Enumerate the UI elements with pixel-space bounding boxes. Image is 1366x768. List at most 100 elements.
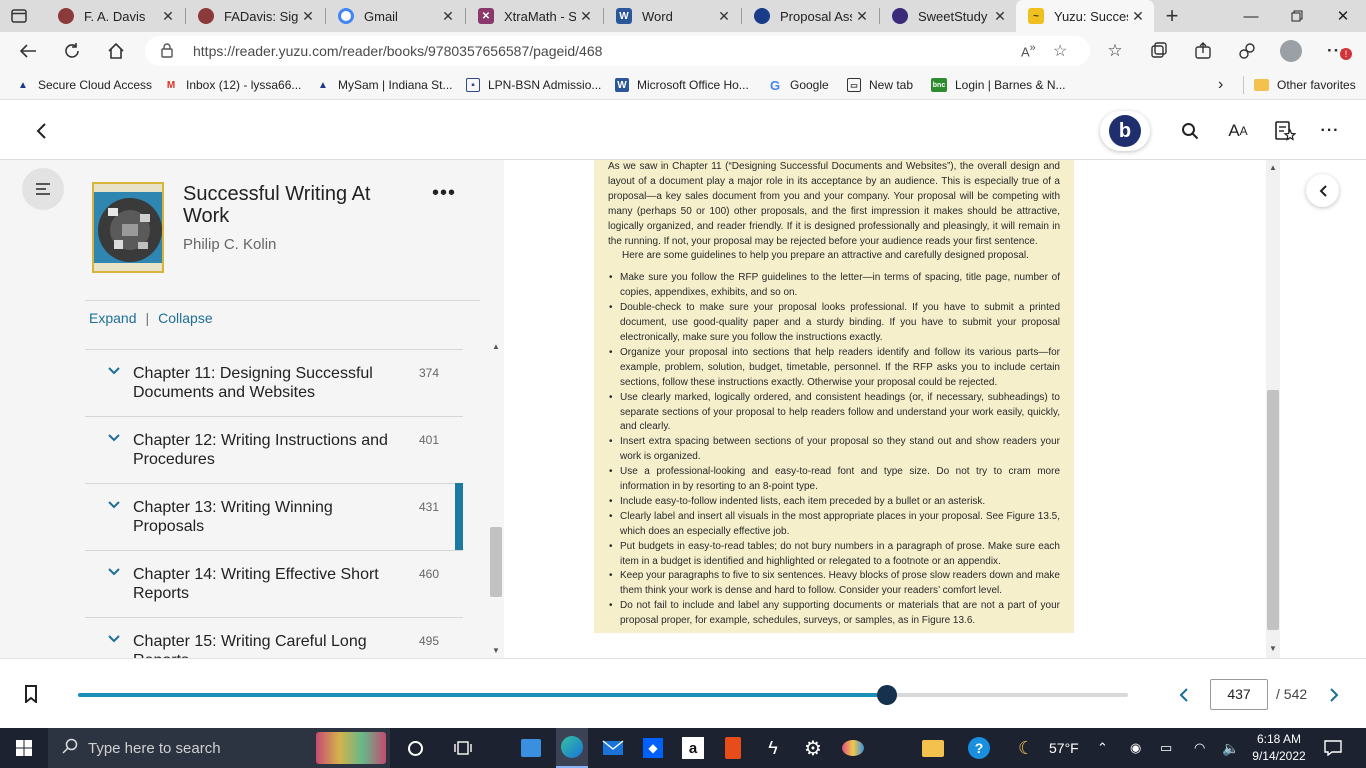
chevron-down-icon[interactable] [107, 431, 121, 445]
bookmarks-list-icon[interactable] [1270, 117, 1300, 145]
paint-app-icon[interactable] [838, 728, 868, 768]
add-favorite-icon[interactable]: ☆ [1053, 41, 1067, 61]
browser-tab[interactable]: F. A. Davis ✕ [46, 0, 184, 32]
scroll-up-arrow-icon[interactable]: ▲ [1269, 163, 1277, 172]
bartleby-button[interactable]: b [1100, 111, 1150, 151]
chevron-down-icon[interactable] [107, 632, 121, 646]
page-progress-slider[interactable] [78, 685, 1128, 705]
book-more-options-icon[interactable]: ••• [432, 182, 456, 205]
back-icon[interactable] [14, 38, 42, 64]
refresh-icon[interactable] [58, 38, 86, 64]
browser-tab[interactable]: SweetStudy ✕ [880, 0, 1016, 32]
file-explorer-icon[interactable] [918, 728, 948, 768]
progress-slider-handle[interactable] [876, 685, 897, 705]
close-tab-icon[interactable]: ✕ [1128, 8, 1148, 25]
chevron-down-icon[interactable] [107, 565, 121, 579]
toc-item[interactable]: Chapter 11: Designing Successful Documen… [85, 350, 463, 417]
office-app-icon[interactable] [718, 728, 748, 768]
close-tab-icon[interactable]: ✕ [438, 8, 458, 25]
favorite-item[interactable]: W Microsoft Office Ho... [615, 76, 749, 94]
cortana-icon[interactable] [400, 728, 430, 768]
browser-tab[interactable]: Proposal Assi ✕ [742, 0, 878, 32]
help-app-icon[interactable]: ? [964, 728, 994, 768]
home-icon[interactable] [102, 38, 130, 64]
browser-tab[interactable]: W Word ✕ [604, 0, 740, 32]
url-input[interactable]: https://reader.yuzu.com/reader/books/978… [145, 36, 1090, 66]
toc-scrollbar[interactable]: ▲ ▼ [488, 340, 504, 658]
dropbox-app-icon[interactable]: ◆ [638, 728, 668, 768]
favorites-icon[interactable]: ☆ [1100, 38, 1130, 64]
search-icon[interactable] [1175, 117, 1205, 145]
amazon-app-icon[interactable]: a [678, 728, 708, 768]
back-chevron-icon[interactable] [26, 117, 56, 145]
store-app-icon[interactable] [516, 728, 546, 768]
favorite-item[interactable]: G Google [768, 76, 829, 94]
collapse-link[interactable]: Collapse [158, 310, 212, 326]
read-aloud-icon[interactable]: A» [1021, 42, 1036, 59]
scroll-up-arrow-icon[interactable]: ▲ [492, 342, 500, 351]
toc-item-active[interactable]: Chapter 13: Writing Winning Proposals 43… [85, 484, 463, 551]
windows-start-icon[interactable] [0, 728, 48, 768]
page-number-input[interactable]: 437 [1210, 679, 1268, 710]
weather-moon-icon[interactable]: ☾ [1018, 728, 1034, 768]
page-scrollbar[interactable]: ▲ ▼ [1266, 160, 1280, 658]
expand-link[interactable]: Expand [89, 310, 136, 326]
browser-tab-active[interactable]: ~ Yuzu: Success ✕ [1016, 0, 1154, 32]
share-icon[interactable] [1188, 38, 1218, 64]
wifi-icon[interactable]: ◠ [1194, 728, 1205, 768]
toc-item[interactable]: Chapter 15: Writing Careful Long Reports… [85, 618, 463, 658]
favorite-item[interactable]: M Inbox (12) - lyssa66... [164, 76, 302, 94]
restore-icon[interactable] [1274, 0, 1320, 32]
next-page-icon[interactable] [1324, 683, 1344, 707]
menu-toggle-icon[interactable] [22, 168, 64, 210]
favorite-item[interactable]: ▭ New tab [847, 76, 913, 94]
favorite-item[interactable]: ▲ MySam | Indiana St... [316, 76, 452, 94]
close-tab-icon[interactable]: ✕ [990, 8, 1010, 25]
toc-item[interactable]: Chapter 12: Writing Instructions and Pro… [85, 417, 463, 484]
previous-page-icon[interactable] [1174, 683, 1194, 707]
text-size-icon[interactable]: AA [1223, 117, 1253, 145]
chevron-down-icon[interactable] [107, 364, 121, 378]
scroll-down-arrow-icon[interactable]: ▼ [492, 646, 500, 655]
browser-tab[interactable]: ✕ XtraMath - St ✕ [466, 0, 602, 32]
toc-scroll-thumb[interactable] [490, 527, 502, 597]
close-tab-icon[interactable]: ✕ [298, 8, 318, 25]
notifications-icon[interactable] [1324, 728, 1342, 768]
system-clock[interactable]: 6:18 AM 9/14/2022 [1250, 731, 1308, 765]
settings-more-icon[interactable]: ··· ! [1322, 38, 1352, 64]
tab-actions-icon[interactable] [8, 6, 30, 26]
battery-icon[interactable]: ▭ [1160, 728, 1172, 768]
minimize-icon[interactable]: — [1228, 0, 1274, 32]
scroll-down-arrow-icon[interactable]: ▼ [1269, 644, 1277, 653]
other-favorites[interactable]: Other favorites [1254, 76, 1356, 94]
lock-icon[interactable] [161, 43, 173, 63]
toc-item[interactable]: Chapter 14: Writing Effective Short Repo… [85, 551, 463, 618]
close-tab-icon[interactable]: ✕ [158, 8, 178, 25]
show-hidden-icons-chevron-icon[interactable]: ⌃ [1097, 728, 1108, 768]
volume-icon[interactable]: 🔈 [1222, 728, 1239, 768]
search-highlight-icon[interactable] [316, 732, 386, 764]
close-tab-icon[interactable]: ✕ [576, 8, 596, 25]
close-tab-icon[interactable]: ✕ [714, 8, 734, 25]
collections-icon[interactable] [1144, 38, 1174, 64]
favorite-item[interactable]: bnc Login | Barnes & N... [931, 76, 1066, 94]
open-side-panel-button[interactable] [1306, 174, 1339, 207]
new-tab-plus-icon[interactable]: + [1158, 0, 1186, 32]
profile-avatar[interactable] [1276, 38, 1306, 64]
mail-app-icon[interactable] [598, 728, 628, 768]
task-view-icon[interactable] [448, 728, 478, 768]
browser-tab[interactable]: Gmail ✕ [326, 0, 464, 32]
lightning-app-icon[interactable]: ϟ [758, 728, 788, 768]
extensions-icon[interactable] [1232, 38, 1262, 64]
taskbar-search-box[interactable]: Type here to search [48, 728, 390, 768]
edge-app-icon[interactable] [556, 728, 588, 768]
settings-gear-icon[interactable]: ⚙ [798, 728, 828, 768]
meet-now-icon[interactable]: ◉ [1130, 728, 1141, 768]
favorite-item[interactable]: ▪ LPN-BSN Admissio... [466, 76, 601, 94]
more-options-icon[interactable]: ··· [1315, 117, 1345, 145]
favorite-item[interactable]: ▲ Secure Cloud Access [16, 76, 152, 94]
weather-temperature[interactable]: 57°F [1049, 728, 1079, 768]
page-scroll-thumb[interactable] [1267, 390, 1279, 630]
browser-tab[interactable]: FADavis: Sign ✕ [186, 0, 324, 32]
bookmark-icon[interactable] [24, 685, 38, 708]
